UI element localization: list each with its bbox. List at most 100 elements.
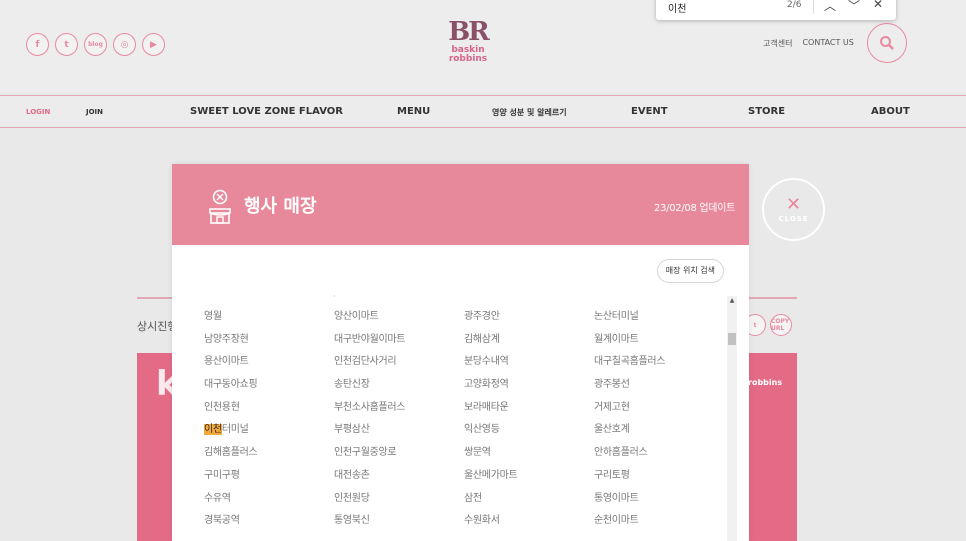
store-name: 부천소사홈플러스 [334, 401, 406, 413]
store-name: 대전송촌 [334, 469, 370, 481]
blog-icon[interactable]: blog [84, 33, 107, 56]
find-match-highlight: 이천 [204, 424, 222, 436]
store-name: 대구반야월이마트 [334, 333, 406, 345]
join-link[interactable]: JOIN [86, 108, 103, 116]
store-name: 안하홈플러스 [594, 447, 648, 459]
find-match-count: 2/6 [787, 0, 802, 10]
store-name: 논산터미널 [594, 311, 639, 322]
copy-url-button[interactable]: COPY URL [770, 314, 792, 336]
find-input[interactable]: 이천 [668, 0, 686, 15]
store-name: 분당수내역 [464, 356, 509, 368]
store-name: 울산메가마트 [464, 469, 518, 481]
store-list-row: 김해홈플러스 인천구월중앙로 쌍문역 안하홈플러스 [204, 443, 724, 466]
top-links: 고객센터 CONTACT US [763, 38, 854, 49]
store-name: 광주경안 [464, 311, 500, 322]
store-name: 월계이마트 [594, 333, 639, 345]
store-list-row: 경북공역 통영북신 수원화서 순천이마트 [204, 511, 724, 534]
social-links: f t blog ◎ ▶ [26, 33, 165, 56]
update-date: 23/02/08 업데이트 [654, 203, 735, 214]
store-name: 인천검단사거리 [334, 356, 397, 368]
store-name: 영월 [204, 311, 222, 322]
nav-item-about[interactable]: ABOUT [871, 106, 910, 117]
store-name: 김해삼계 [464, 333, 500, 345]
store-name: 인천구월중앙로 [334, 447, 397, 459]
store-name: 울산호계 [594, 424, 630, 436]
store-list-row: 수유역 인천원당 삼전 통영이마트 [204, 489, 724, 512]
nav-item-event[interactable]: EVENT [631, 106, 668, 117]
store-name-rest: 터미널 [221, 424, 249, 436]
store-name: 쌍문역 [464, 447, 491, 459]
find-previous-button[interactable]: ︿ [822, 0, 838, 14]
nav-item-menu[interactable]: MENU [397, 106, 430, 117]
store-name: 대구동아쇼핑 [204, 379, 258, 391]
store-name: 구미구평 [204, 469, 240, 481]
main-nav: LOGIN JOIN SWEET LOVE ZONE FLAVOR MENU 영… [0, 95, 966, 128]
find-next-button[interactable]: ﹀ [846, 0, 862, 14]
twitter-icon[interactable]: t [55, 33, 78, 56]
store-name: 광주봉선 [594, 379, 630, 391]
close-icon: ✕ [785, 193, 802, 215]
store-list-row: 남양주장현 대구반야월이마트 김해삼계 월계이마트 [204, 330, 724, 353]
store-name: 구리토평 [594, 469, 630, 481]
close-label: CLOSE [778, 214, 809, 223]
find-in-page-bar: 이천 2/6 ︿ ﹀ ✕ [656, 0, 896, 20]
store-name: 남양주장현 [204, 333, 249, 345]
contact-us-link[interactable]: CONTACT US [802, 38, 853, 49]
nav-item-nutrition[interactable]: 영양 성분 및 알레르기 [492, 107, 567, 118]
store-name: 보라매타운 [464, 401, 509, 413]
search-button[interactable] [867, 23, 907, 63]
customer-center-link[interactable]: 고객센터 [763, 38, 792, 49]
list-marker: · [333, 292, 336, 301]
nav-item-store[interactable]: STORE [748, 106, 785, 117]
store-name: 통영이마트 [594, 492, 639, 504]
close-icon: ✕ [872, 0, 884, 11]
brand-logo[interactable]: BR baskin robbins [446, 18, 490, 70]
store-name: 양산이마트 [334, 311, 379, 322]
store-list-row: 구미구평 대전송촌 울산메가마트 구리토평 [204, 466, 724, 489]
youtube-icon[interactable]: ▶ [142, 33, 165, 56]
store-list-row: 용산이마트 인천검단사거리 분당수내역 대구칠곡홈플러스 [204, 352, 724, 375]
store-name: 익산영등 [464, 424, 500, 436]
scroll-up-arrow-icon[interactable]: ▲ [727, 296, 737, 306]
store-name: 인천용현 [204, 401, 240, 413]
modal-close-button[interactable]: ✕ CLOSE [762, 178, 825, 241]
store-list-row: 이천터미널 부평삼산 익산영등 울산호계 [204, 420, 724, 443]
divider-right [749, 297, 797, 299]
store-list: 영월 양산이마트 광주경안 논산터미널남양주장현 대구반야월이마트 김해삼계 월계이마트용산… [204, 307, 724, 534]
store-name: 용산이마트 [204, 356, 249, 368]
share-icons: t COPY URL [744, 314, 792, 336]
store-list-row: 인천용현 부천소사홈플러스 보라매타운 거제고현 [204, 398, 724, 421]
find-close-button[interactable]: ✕ [870, 0, 886, 11]
store-name: 대구칠곡홈플러스 [594, 356, 666, 368]
store-name: 거제고현 [594, 401, 630, 413]
store-name: 이천터미널 [204, 420, 334, 443]
store-name: 통영북신 [334, 515, 370, 527]
logo-name: baskin robbins [448, 45, 488, 64]
store-list-row: 영월 양산이마트 광주경안 논산터미널 [204, 307, 724, 330]
chevron-up-icon: ︿ [823, 0, 836, 13]
modal-title: 행사 매장 [244, 196, 317, 217]
store-icon [209, 189, 231, 224]
scroll-thumb[interactable] [728, 333, 736, 345]
store-name: 인천원당 [334, 492, 370, 504]
event-store-modal: 행사 매장 23/02/08 업데이트 매장 위치 검색 · 영월 양산이마트 광주… [172, 164, 749, 541]
store-list-row: 대구동아쇼핑 송탄신장 고양화정역 광주봉선 [204, 375, 724, 398]
chevron-down-icon: ﹀ [847, 0, 860, 13]
list-scrollbar[interactable]: ▲ [727, 296, 737, 541]
instagram-icon[interactable]: ◎ [113, 33, 136, 56]
store-name: 송탄신장 [334, 379, 370, 391]
nav-item-flavor[interactable]: SWEET LOVE ZONE FLAVOR [190, 106, 343, 117]
store-name: 순천이마트 [594, 515, 639, 527]
logo-mark: BR [448, 17, 490, 47]
facebook-icon[interactable]: f [26, 33, 49, 56]
store-name: 부평삼산 [334, 424, 370, 436]
store-name: 경북공역 [204, 515, 240, 527]
login-link[interactable]: LOGIN [26, 108, 50, 116]
modal-header: 행사 매장 23/02/08 업데이트 [172, 164, 749, 245]
banner-brand: robbins [748, 378, 783, 387]
store-name: 수유역 [204, 492, 231, 504]
find-separator [813, 0, 814, 14]
store-name: 김해홈플러스 [204, 447, 258, 459]
store-name: 고양화정역 [464, 379, 509, 391]
store-location-search-button[interactable]: 매장 위치 검색 [656, 259, 724, 283]
